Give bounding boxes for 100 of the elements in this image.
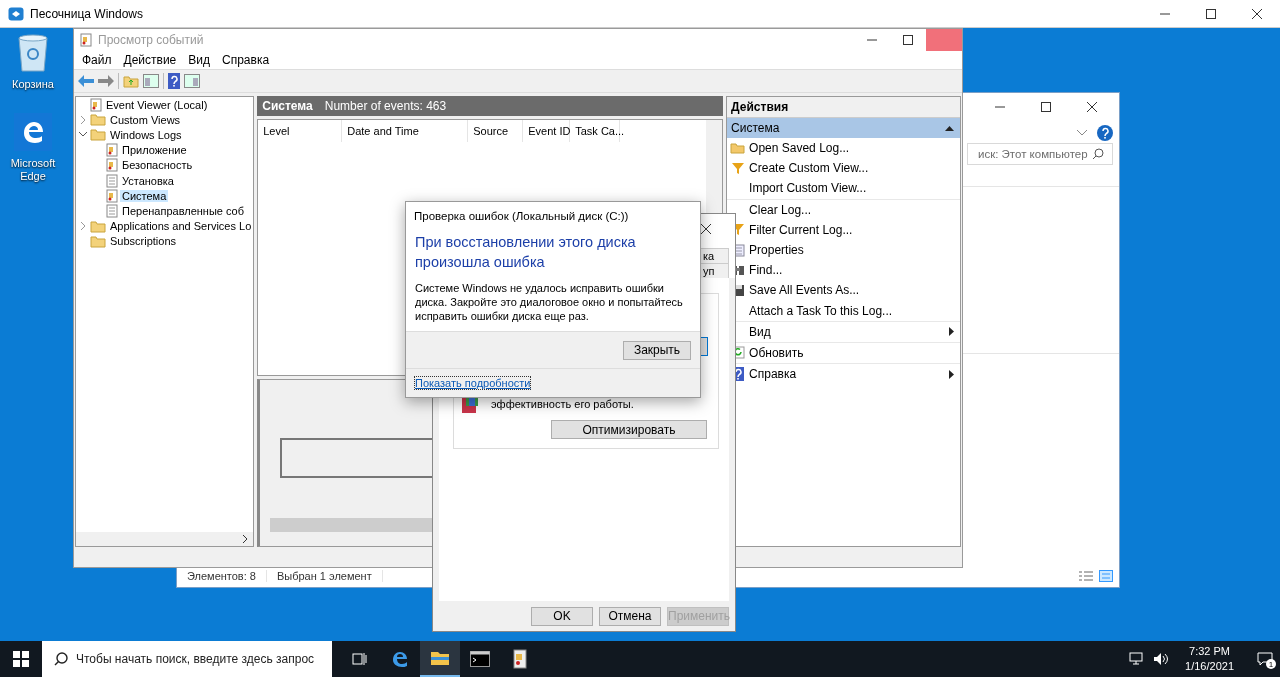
search-icon xyxy=(1092,148,1104,160)
tree-item[interactable]: Windows Logs xyxy=(108,128,184,141)
log-icon xyxy=(80,33,92,47)
action-item[interactable]: Обновить xyxy=(749,345,954,360)
optimize-button[interactable]: Оптимизировать xyxy=(551,420,707,439)
folder-icon xyxy=(90,234,106,248)
clock-time[interactable]: 7:32 PM xyxy=(1189,644,1230,659)
desktop-icon-label[interactable]: Корзина xyxy=(5,78,61,91)
dialog-button[interactable]: Отмена xyxy=(599,606,661,626)
column-header[interactable]: Source xyxy=(468,120,524,142)
action-item[interactable]: Properties xyxy=(749,243,954,258)
actions-title: Действия xyxy=(727,97,960,118)
action-item[interactable]: Filter Current Log... xyxy=(749,222,954,237)
log-icon xyxy=(106,143,118,158)
tree-item[interactable]: Установка xyxy=(120,174,176,187)
details-link[interactable]: Показать подробности xyxy=(415,377,531,389)
pane-icon[interactable] xyxy=(143,74,159,88)
tree-item[interactable]: Event Viewer (Local) xyxy=(104,98,210,111)
tree-item[interactable]: Система xyxy=(120,189,169,202)
action-item[interactable]: Open Saved Log... xyxy=(749,141,954,156)
tree-item[interactable]: Безопасность xyxy=(120,159,195,172)
log-icon xyxy=(106,158,118,173)
close-icon[interactable] xyxy=(1087,101,1097,112)
folder-icon xyxy=(90,113,106,127)
document-icon xyxy=(106,173,118,188)
pane-icon[interactable] xyxy=(184,74,200,88)
status-text: Элементов: 8 xyxy=(177,570,267,582)
action-item[interactable]: Attach a Task To this Log... xyxy=(749,303,954,318)
log-icon xyxy=(106,188,118,203)
expand-icon[interactable] xyxy=(80,115,86,124)
action-item[interactable]: Save All Events As... xyxy=(749,283,954,298)
desktop-icon-label[interactable]: Microsoft Edge xyxy=(5,157,61,183)
error-heading: При восстановлении этого диска произошла ошибка xyxy=(414,233,637,272)
recycle-bin-icon[interactable] xyxy=(16,32,50,72)
action-item[interactable]: Create Custom View... xyxy=(749,161,954,176)
column-header[interactable]: Level xyxy=(258,120,343,142)
tiles-view-icon[interactable] xyxy=(1099,570,1113,582)
close-icon[interactable] xyxy=(1252,8,1262,19)
tree-item[interactable]: Перенаправленные соб xyxy=(120,204,247,217)
scroll-right-icon[interactable] xyxy=(243,535,249,543)
terminal-icon[interactable] xyxy=(470,651,490,667)
tree-item[interactable]: Custom Views xyxy=(108,113,183,126)
status-text: Выбран 1 элемент xyxy=(266,570,383,582)
menu-item[interactable]: Действие xyxy=(117,53,183,67)
column-header[interactable]: Event ID xyxy=(523,120,571,142)
error-message: Системе Windows не удалось исправить ошибки диска. Закройте это диалоговое окно и попытайтесь исправить ошибки диска еще раз. xyxy=(414,281,684,323)
tab[interactable]: ка xyxy=(699,248,729,263)
forward-arrow-icon[interactable] xyxy=(98,75,114,87)
maximize-icon[interactable] xyxy=(1206,8,1216,19)
maximize-icon[interactable] xyxy=(1041,101,1051,112)
search-icon xyxy=(54,652,68,666)
scrollbar[interactable] xyxy=(76,532,254,546)
log-icon[interactable] xyxy=(513,649,527,669)
volume-icon[interactable] xyxy=(1153,652,1170,666)
folder-icon xyxy=(90,219,106,233)
windows-logo-icon[interactable] xyxy=(13,651,29,667)
folder-icon[interactable] xyxy=(430,650,450,666)
action-item[interactable]: Clear Log... xyxy=(749,202,954,217)
action-item[interactable]: Import Custom View... xyxy=(749,181,954,196)
edge-icon[interactable] xyxy=(390,649,410,669)
tree-item[interactable]: Приложение xyxy=(120,144,189,157)
tab[interactable]: уп xyxy=(699,263,729,278)
help-icon[interactable] xyxy=(168,73,180,89)
column-header[interactable]: Date and Time xyxy=(342,120,469,142)
collapse-icon[interactable] xyxy=(945,125,954,131)
folder-icon xyxy=(90,128,106,142)
action-item[interactable]: Справка xyxy=(749,367,949,382)
task-view-icon[interactable] xyxy=(352,652,368,666)
tree-item[interactable]: Subscriptions xyxy=(108,235,179,248)
folder-icon xyxy=(730,142,747,155)
action-item[interactable]: Вид xyxy=(749,324,949,339)
notification-icon[interactable] xyxy=(1257,652,1273,666)
description-text: эффективность его работы. xyxy=(491,398,634,410)
help-icon[interactable] xyxy=(1097,125,1113,141)
column-header[interactable]: Task Ca... xyxy=(570,120,621,142)
close-icon[interactable] xyxy=(701,224,711,234)
menu-item[interactable]: Вид xyxy=(182,53,216,67)
log-name: Система xyxy=(262,99,313,113)
document-icon xyxy=(106,203,118,218)
tree-item[interactable]: Applications and Services Lo xyxy=(108,220,254,233)
event-count: Number of events: 463 xyxy=(324,99,447,113)
dialog-button[interactable]: OK xyxy=(531,606,593,626)
section-title[interactable]: Система xyxy=(731,121,780,135)
taskbar-search-field[interactable]: Чтобы начать поиск, введите здесь запрос xyxy=(42,641,332,677)
collapse-icon[interactable] xyxy=(79,132,87,138)
dialog-title: Проверка ошибок (Локальный диск (C:)) xyxy=(413,209,630,222)
expand-icon[interactable] xyxy=(80,222,86,231)
window-title: Песочница Windows xyxy=(30,6,143,21)
close-button[interactable]: Закрыть xyxy=(623,340,691,360)
edge-icon[interactable] xyxy=(14,113,52,151)
search-field[interactable]: иск: Этот компьютер xyxy=(967,143,1113,165)
back-arrow-icon[interactable] xyxy=(78,75,94,87)
menu-item[interactable]: Файл xyxy=(76,53,118,67)
notification-badge: 1 xyxy=(1266,659,1276,669)
clock-date[interactable]: 1/16/2021 xyxy=(1185,659,1234,674)
network-icon[interactable] xyxy=(1129,652,1146,666)
chevron-down-icon[interactable] xyxy=(1077,130,1087,136)
maximize-icon[interactable] xyxy=(903,35,913,45)
action-item[interactable]: Find... xyxy=(749,263,954,278)
menu-item[interactable]: Справка xyxy=(216,53,276,67)
